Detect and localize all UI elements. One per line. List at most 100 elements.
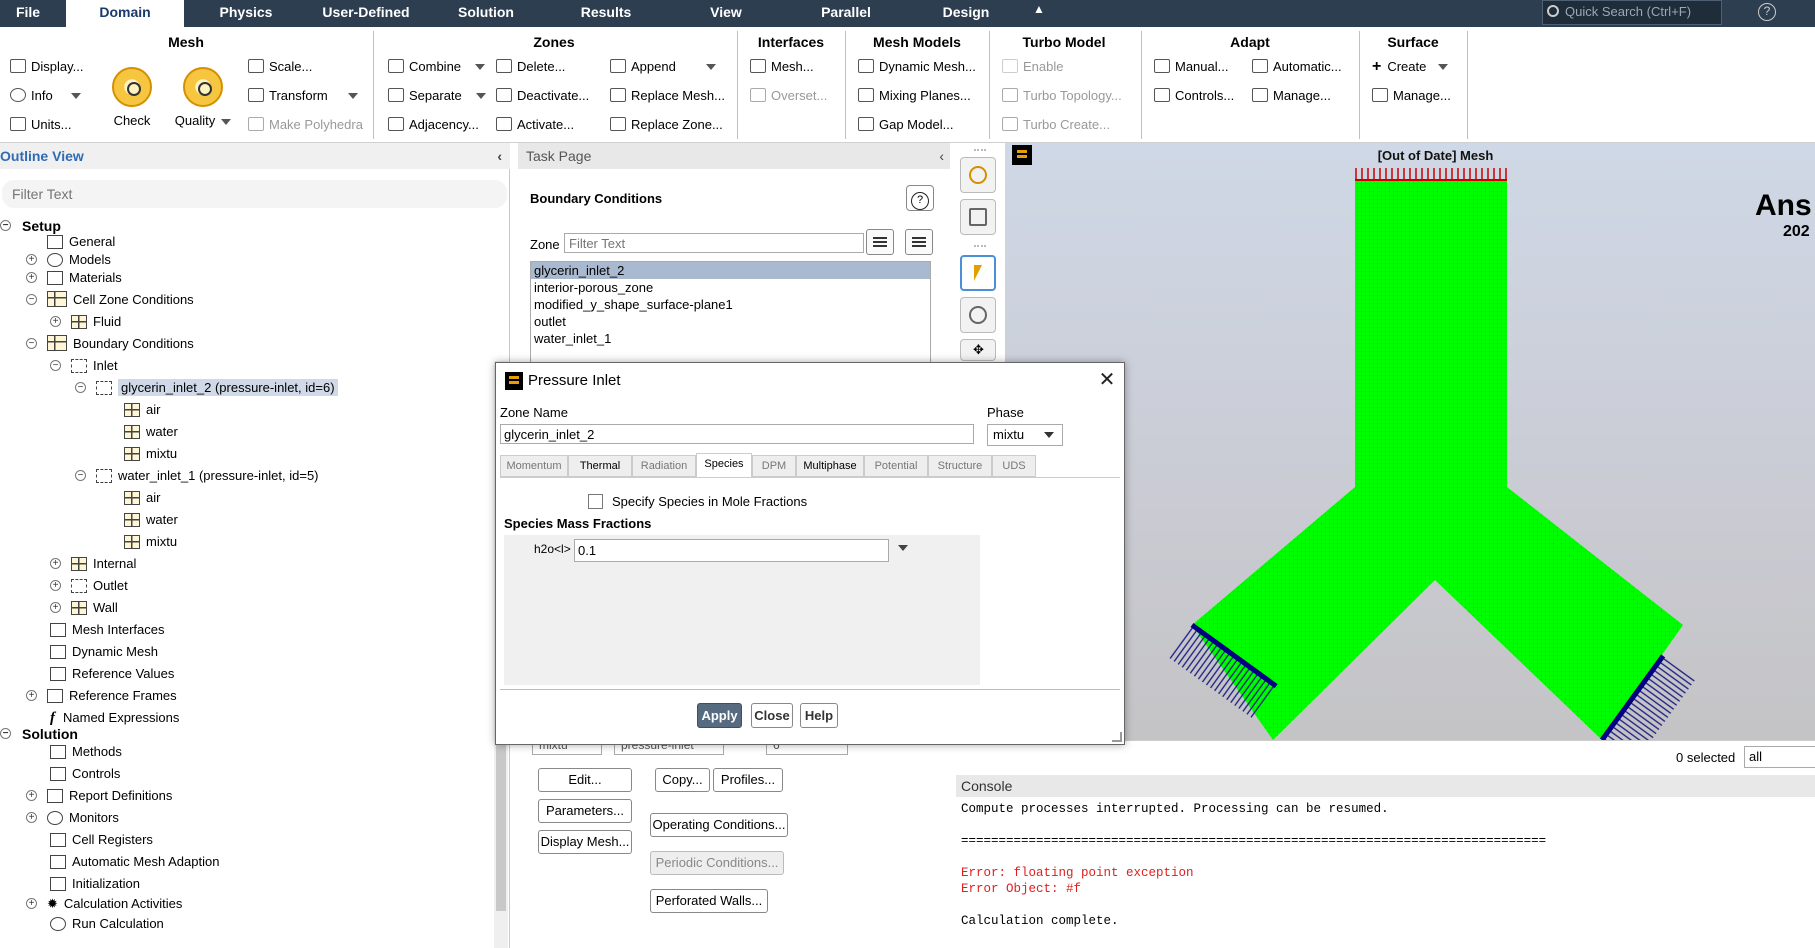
collapse-left-icon[interactable]: ‹ — [939, 143, 944, 169]
chevron-down-icon[interactable] — [898, 545, 908, 551]
tree-reference-values[interactable]: Reference Values — [50, 664, 174, 684]
periodic-conditions-button[interactable]: Periodic Conditions... — [650, 851, 784, 875]
tree-mesh-interfaces[interactable]: Mesh Interfaces — [50, 620, 165, 640]
tree-report-definitions[interactable]: + Report Definitions — [26, 786, 172, 806]
select-pointer-button[interactable] — [960, 255, 996, 291]
chevron-up-icon[interactable]: ▲ — [1033, 2, 1045, 16]
quick-search-input[interactable]: Quick Search (Ctrl+F) — [1542, 0, 1722, 25]
tree-outlet[interactable]: + Outlet — [50, 576, 128, 596]
edit-button[interactable]: Edit... — [538, 768, 632, 792]
tree-internal[interactable]: + Internal — [50, 554, 136, 574]
collapse-icon[interactable]: − — [26, 294, 37, 305]
console-panel[interactable]: Console Compute processes interrupted. P… — [956, 775, 1815, 948]
adapt-manual-button[interactable]: Manual... — [1154, 57, 1228, 77]
fit-view-button[interactable] — [960, 157, 996, 193]
tree-solution[interactable]: − Solution — [0, 724, 78, 744]
tree-inlet[interactable]: − Inlet — [50, 356, 118, 376]
gap-model-button[interactable]: Gap Model... — [858, 115, 953, 135]
expand-icon[interactable]: + — [26, 690, 37, 701]
tab-solution[interactable]: Solution — [436, 0, 536, 27]
copy-button[interactable]: Copy... — [655, 768, 710, 792]
expand-icon[interactable]: + — [50, 580, 61, 591]
tree-cell-zone-conditions[interactable]: − Cell Zone Conditions — [26, 290, 194, 310]
append-button[interactable]: Append — [610, 57, 716, 77]
zone-item-modified-y-shape[interactable]: modified_y_shape_surface-plane1 — [531, 296, 930, 313]
make-polyhedra-button[interactable]: Make Polyhedra — [248, 115, 363, 135]
help-button[interactable]: Help — [800, 703, 838, 728]
collapse-icon[interactable]: − — [50, 360, 61, 371]
mixing-planes-button[interactable]: Mixing Planes... — [858, 86, 971, 106]
tree-reference-frames[interactable]: + Reference Frames — [26, 686, 177, 706]
expand-icon[interactable]: + — [50, 602, 61, 613]
tab-file[interactable]: File — [0, 0, 56, 27]
tree-water-water[interactable]: water — [124, 510, 178, 530]
replace-mesh-button[interactable]: Replace Mesh... — [610, 86, 725, 106]
tree-materials[interactable]: + Materials — [26, 268, 122, 288]
view-cube-button[interactable] — [960, 199, 996, 235]
scale-button[interactable]: Scale... — [248, 57, 312, 77]
expand-icon[interactable]: + — [26, 254, 37, 265]
console-output[interactable]: Compute processes interrupted. Processin… — [961, 801, 1546, 929]
pan-button[interactable]: ✥ — [960, 339, 996, 361]
perforated-walls-button[interactable]: Perforated Walls... — [650, 889, 768, 913]
tab-uds[interactable]: UDS — [992, 455, 1036, 477]
expand-icon[interactable]: + — [26, 272, 37, 283]
tree-methods[interactable]: Methods — [50, 742, 122, 762]
tab-domain[interactable]: Domain — [66, 0, 184, 27]
collapse-left-icon[interactable]: ‹ — [497, 143, 502, 169]
quality-button[interactable]: Quality — [170, 67, 236, 128]
collapse-icon[interactable]: − — [0, 220, 11, 231]
overset-button[interactable]: Overset... — [750, 86, 827, 106]
tree-cell-registers[interactable]: Cell Registers — [50, 830, 153, 850]
list-options-button[interactable] — [905, 229, 933, 255]
tree-wall[interactable]: + Wall — [50, 598, 118, 618]
tree-glycerin-water[interactable]: water — [124, 422, 178, 442]
help-button[interactable]: ? — [906, 185, 934, 211]
parameters-button[interactable]: Parameters... — [538, 799, 632, 823]
delete-zone-button[interactable]: Delete... — [496, 57, 565, 77]
turbo-create-button[interactable]: Turbo Create... — [1002, 115, 1110, 135]
tree-monitors[interactable]: + Monitors — [26, 808, 119, 828]
deactivate-button[interactable]: Deactivate... — [496, 86, 589, 106]
tab-parallel[interactable]: Parallel — [796, 0, 896, 27]
tree-run-calculation[interactable]: Run Calculation — [50, 914, 164, 934]
apply-button[interactable]: Apply — [697, 703, 742, 728]
turbo-topology-button[interactable]: Turbo Topology... — [1002, 86, 1122, 106]
tree-dynamic-mesh[interactable]: Dynamic Mesh — [50, 642, 158, 662]
zone-name-input[interactable] — [500, 424, 974, 444]
expand-icon[interactable]: + — [50, 316, 61, 327]
display-mesh-button[interactable]: Display Mesh... — [538, 830, 632, 854]
check-button[interactable]: Check — [102, 67, 162, 128]
activate-button[interactable]: Activate... — [496, 115, 574, 135]
rotate-button[interactable] — [960, 297, 996, 333]
mole-fractions-checkbox[interactable] — [588, 494, 603, 509]
help-icon[interactable]: ? — [1758, 3, 1776, 21]
tree-calculation-activities[interactable]: + ✹ Calculation Activities — [26, 894, 182, 914]
tree-water-mixtu[interactable]: mixtu — [124, 532, 177, 552]
collapse-icon[interactable]: − — [0, 728, 11, 739]
selection-filter-input[interactable]: all — [1744, 746, 1815, 768]
zone-item-water-inlet-1[interactable]: water_inlet_1 — [531, 330, 930, 347]
tab-dpm[interactable]: DPM — [752, 455, 796, 477]
tab-species[interactable]: Species — [696, 453, 752, 478]
zone-item-outlet[interactable]: outlet — [531, 313, 930, 330]
tab-thermal[interactable]: Thermal — [568, 455, 632, 477]
tree-automatic-mesh-adaption[interactable]: Automatic Mesh Adaption — [50, 852, 219, 872]
profiles-button[interactable]: Profiles... — [713, 768, 783, 792]
expand-icon[interactable]: + — [26, 898, 37, 909]
expand-icon[interactable]: + — [50, 558, 61, 569]
tab-design[interactable]: Design — [916, 0, 1016, 27]
units-button[interactable]: Units... — [10, 115, 71, 135]
adapt-automatic-button[interactable]: Automatic... — [1252, 57, 1342, 77]
separate-button[interactable]: Separate — [388, 86, 486, 106]
surface-create-button[interactable]: + Create — [1372, 57, 1449, 77]
display-button[interactable]: Display... — [10, 57, 84, 77]
adapt-controls-button[interactable]: Controls... — [1154, 86, 1234, 106]
tree-controls[interactable]: Controls — [50, 764, 120, 784]
transform-button[interactable]: Transform — [248, 86, 358, 106]
tab-view[interactable]: View — [676, 0, 776, 27]
dynamic-mesh-button[interactable]: Dynamic Mesh... — [858, 57, 976, 77]
interfaces-mesh-button[interactable]: Mesh... — [750, 57, 814, 77]
outline-filter-input[interactable] — [2, 180, 507, 208]
close-button[interactable]: Close — [751, 703, 793, 728]
